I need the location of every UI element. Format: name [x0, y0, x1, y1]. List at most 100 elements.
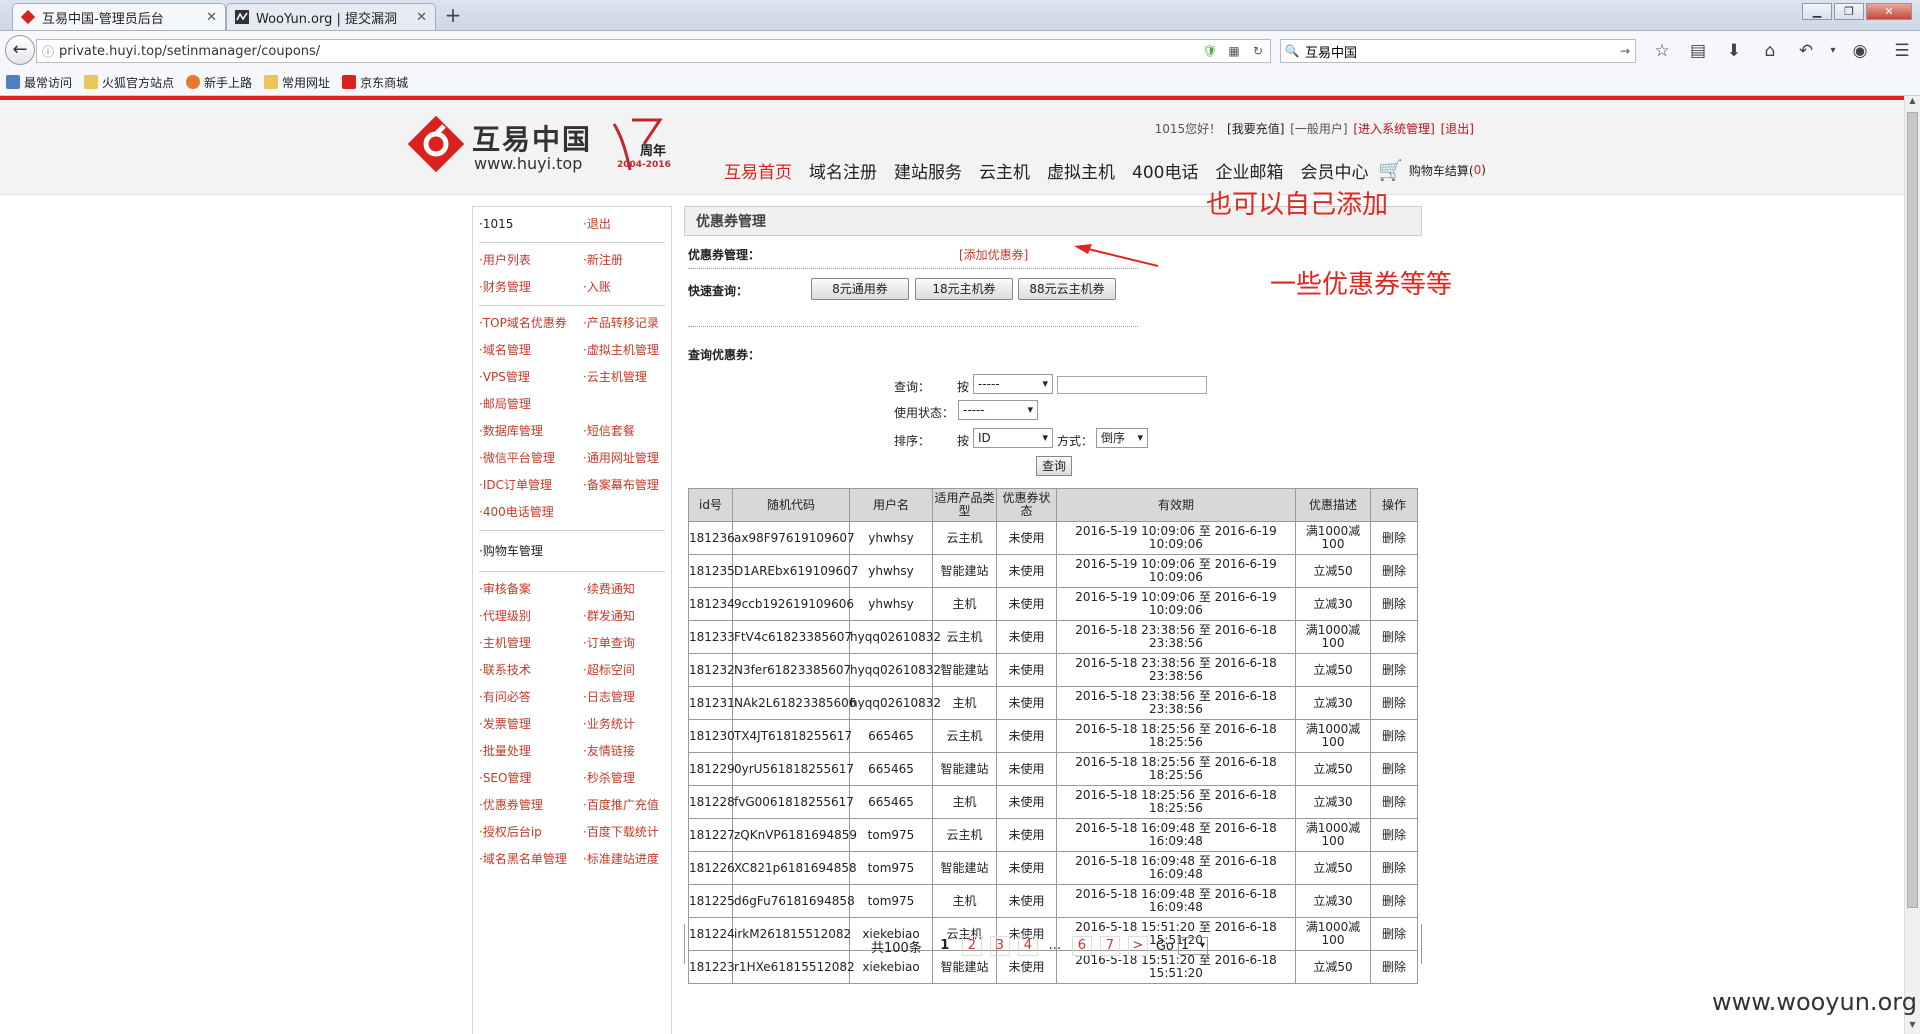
quick-18-button[interactable]: 18元主机券 — [915, 278, 1013, 300]
site-info-icon[interactable]: ⓘ — [37, 43, 59, 60]
qr-code-icon[interactable]: ▦ — [1222, 44, 1246, 58]
sidebar-item-logout[interactable]: ·退出 — [583, 211, 665, 238]
go-page-select[interactable]: 1 — [1177, 937, 1208, 955]
sidebar-item[interactable]: ·域名管理 — [479, 337, 583, 364]
quick-88-button[interactable]: 88元云主机券 — [1018, 278, 1116, 300]
bookmark-item[interactable]: 火狐官方站点 — [84, 74, 174, 91]
bookmark-item[interactable]: 常用网址 — [264, 74, 330, 91]
status-select[interactable]: ----- — [958, 400, 1038, 420]
sidebar-item[interactable]: ·邮局管理 — [479, 391, 583, 418]
sidebar-item[interactable]: ·通用网址管理 — [583, 445, 665, 472]
normal-user-link[interactable]: [一般用户] — [1290, 122, 1347, 136]
sidebar-item[interactable]: ·财务管理 — [479, 274, 583, 301]
sidebar-item[interactable]: ·日志管理 — [583, 684, 665, 711]
page-link[interactable]: 3 — [989, 936, 1010, 956]
sidebar-item[interactable]: ·云主机管理 — [583, 364, 665, 391]
sidebar-item[interactable]: ·群发通知 — [583, 603, 665, 630]
maximize-button[interactable]: ❐ — [1834, 3, 1864, 20]
delete-button[interactable]: 删除 — [1370, 521, 1418, 555]
sidebar-item[interactable]: ·续费通知 — [583, 576, 665, 603]
url-text[interactable]: private.huyi.top/setinmanager/coupons/ — [59, 44, 1198, 59]
sidebar-item[interactable]: ·备案幕布管理 — [583, 472, 665, 499]
sidebar-item[interactable]: ·联系技术 — [479, 657, 583, 684]
recharge-link[interactable]: [我要充值] — [1227, 122, 1284, 136]
sidebar-item[interactable]: ·新注册 — [583, 247, 665, 274]
tab-wooyun[interactable]: WooYun.org | 提交漏洞 ✕ — [226, 3, 436, 30]
tab-close-icon[interactable]: ✕ — [206, 10, 217, 25]
nav-cloud[interactable]: 云主机 — [979, 158, 1030, 183]
sidebar-item[interactable]: ·批量处理 — [479, 738, 583, 765]
undo-icon[interactable]: ↶ — [1792, 40, 1820, 62]
page-link[interactable]: > — [1127, 936, 1148, 956]
sidebar-item[interactable]: ·优惠券管理 — [479, 792, 583, 819]
page-scrollbar[interactable]: ▲ ▼ — [1904, 96, 1920, 1034]
sort-mode-select[interactable]: 倒序 — [1096, 428, 1148, 448]
back-button[interactable]: ← — [5, 35, 35, 65]
sidebar-item[interactable]: ·TOP域名优惠券 — [479, 310, 583, 337]
sidebar-item[interactable]: ·审核备案 — [479, 576, 583, 603]
delete-button[interactable]: 删除 — [1370, 884, 1418, 918]
sidebar-item[interactable]: ·主机管理 — [479, 630, 583, 657]
sidebar-item[interactable]: ·入账 — [583, 274, 665, 301]
scroll-down-icon[interactable]: ▼ — [1905, 1020, 1920, 1034]
tab-close-icon[interactable]: ✕ — [416, 10, 427, 25]
sidebar-item[interactable]: ·业务统计 — [583, 711, 665, 738]
sidebar-item[interactable]: ·秒杀管理 — [583, 765, 665, 792]
reload-icon[interactable]: ↻ — [1246, 44, 1270, 58]
search-bar[interactable]: 🔍 → — [1280, 39, 1636, 63]
delete-button[interactable]: 删除 — [1370, 785, 1418, 819]
menu-icon[interactable]: ☰ — [1888, 40, 1916, 62]
dropdown-icon[interactable]: ▾ — [1828, 40, 1838, 62]
tab-admin[interactable]: 互易中国-管理员后台 ✕ — [12, 3, 226, 30]
scroll-thumb[interactable] — [1907, 112, 1918, 908]
bookmark-item[interactable]: 新手上路 — [186, 74, 252, 91]
query-submit-button[interactable]: 查询 — [1036, 456, 1072, 476]
sidebar-item[interactable]: ·百度推广充值 — [583, 792, 665, 819]
delete-button[interactable]: 删除 — [1370, 818, 1418, 852]
shield-icon[interactable]: 🛡 — [1198, 44, 1222, 58]
page-link[interactable]: 4 — [1017, 936, 1038, 956]
query-text-input[interactable] — [1057, 376, 1207, 394]
scroll-up-icon[interactable]: ▲ — [1905, 96, 1920, 110]
sidebar-item[interactable]: ·标准建站进度 — [583, 846, 665, 873]
sidebar-item[interactable]: ·授权后台ip — [479, 819, 583, 846]
bookmark-item[interactable]: 最常访问 — [6, 74, 72, 91]
delete-button[interactable]: 删除 — [1370, 851, 1418, 885]
quick-8-button[interactable]: 8元通用券 — [811, 278, 909, 300]
search-input[interactable] — [1303, 42, 1615, 60]
nav-home[interactable]: 互易首页 — [724, 158, 792, 183]
delete-button[interactable]: 删除 — [1370, 587, 1418, 621]
sort-field-select[interactable]: ID — [973, 428, 1053, 448]
nav-member[interactable]: 会员中心 — [1300, 158, 1368, 183]
sidebar-item[interactable]: ·SEO管理 — [479, 765, 583, 792]
site-logo-icon[interactable] — [406, 114, 466, 174]
new-tab-button[interactable]: + — [440, 5, 466, 27]
sidebar-item[interactable]: ·400电话管理 — [479, 499, 583, 526]
sidebar-item[interactable]: ·有问必答 — [479, 684, 583, 711]
page-link[interactable]: 6 — [1071, 936, 1092, 956]
query-field-select[interactable]: ----- — [973, 374, 1053, 394]
sidebar-item[interactable]: ·IDC订单管理 — [479, 472, 583, 499]
sidebar-item-user[interactable]: ·1015 — [479, 211, 583, 238]
bookmark-item[interactable]: 京东商城 — [342, 74, 408, 91]
nav-vhost[interactable]: 虚拟主机 — [1047, 158, 1115, 183]
delete-button[interactable]: 删除 — [1370, 620, 1418, 654]
nav-400[interactable]: 400电话 — [1132, 158, 1198, 183]
sidebar-item[interactable]: ·短信套餐 — [583, 418, 665, 445]
delete-button[interactable]: 删除 — [1370, 719, 1418, 753]
sidebar-item[interactable]: ·发票管理 — [479, 711, 583, 738]
download-icon[interactable]: ⬇ — [1720, 40, 1748, 62]
sidebar-item[interactable]: ·数据库管理 — [479, 418, 583, 445]
close-window-button[interactable]: ✕ — [1866, 3, 1912, 20]
bookmark-star-icon[interactable]: ☆ — [1648, 40, 1676, 62]
system-manage-link[interactable]: [进入系统管理] — [1353, 122, 1434, 136]
sidebar-item[interactable]: ·虚拟主机管理 — [583, 337, 665, 364]
search-go-icon[interactable]: → — [1615, 44, 1635, 58]
url-bar[interactable]: ⓘ private.huyi.top/setinmanager/coupons/… — [36, 39, 1271, 63]
sidebar-item[interactable]: ·代理级别 — [479, 603, 583, 630]
cart-link[interactable]: 🛒 购物车结算( 0 ) — [1378, 158, 1486, 182]
sidebar-item[interactable]: ·友情链接 — [583, 738, 665, 765]
delete-button[interactable]: 删除 — [1370, 686, 1418, 720]
sidebar-item[interactable]: ·百度下载统计 — [583, 819, 665, 846]
sync-icon[interactable]: ◉ — [1846, 40, 1874, 62]
